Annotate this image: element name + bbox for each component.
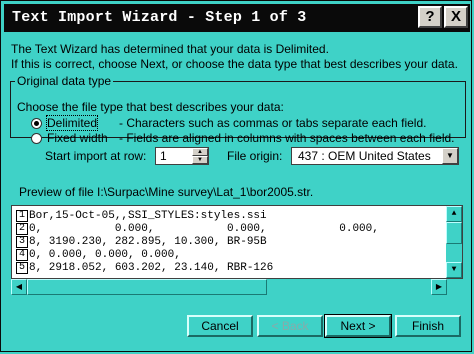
title-bar[interactable]: Text Import Wizard - Step 1 of 3 ? X bbox=[4, 4, 470, 32]
row-text: Bor,15-Oct-05,,SSI_STYLES:styles.ssi bbox=[29, 210, 267, 222]
help-button[interactable]: ? bbox=[418, 6, 442, 28]
file-origin-select[interactable]: 437 : OEM United States ▼ bbox=[291, 147, 459, 165]
back-button[interactable]: < Back bbox=[257, 315, 323, 337]
row-number: 2 bbox=[16, 223, 28, 235]
preview-row: 2 0, 0.000, 0.000, 0.000, bbox=[12, 223, 379, 235]
file-origin-label: File origin: bbox=[227, 149, 283, 163]
delimited-description: - Characters such as commas or tabs sepa… bbox=[119, 116, 427, 130]
file-preview[interactable]: 1 Bor,15-Oct-05,,SSI_STYLES:styles.ssi 20… bbox=[11, 205, 463, 279]
radio-delimited-label[interactable]: Delimited bbox=[45, 115, 99, 131]
row-number: 5 bbox=[16, 262, 28, 274]
scroll-left-icon[interactable]: ◀ bbox=[11, 279, 27, 295]
row-number: 3 bbox=[16, 236, 28, 248]
vertical-scrollbar[interactable]: ▲ ▼ bbox=[446, 206, 462, 278]
cancel-button[interactable]: Cancel bbox=[187, 315, 253, 337]
finish-button[interactable]: Finish bbox=[395, 315, 461, 337]
spin-up-icon[interactable]: ▲ bbox=[192, 148, 208, 156]
data-type-prompt: Choose the file type that best describes… bbox=[17, 100, 284, 114]
text-import-wizard-dialog: Text Import Wizard - Step 1 of 3 ? X The… bbox=[0, 0, 472, 352]
radio-fixed-width-label[interactable]: Fixed width bbox=[47, 131, 108, 145]
horizontal-scrollbar[interactable]: ◀ ▶ bbox=[11, 279, 463, 295]
row-text: 8, 2918.052, 603.202, 23.140, RBR-126 bbox=[29, 262, 274, 274]
row-text: 8, 3190.230, 282.895, 10.300, BR-95B bbox=[29, 236, 267, 248]
start-row-label: Start import at row: bbox=[45, 149, 147, 163]
start-row-value[interactable]: 1 bbox=[160, 149, 167, 163]
radio-delimited[interactable] bbox=[31, 118, 42, 129]
original-data-type-group: Original data type Choose the file type … bbox=[10, 74, 466, 145]
close-button[interactable]: X bbox=[444, 6, 468, 28]
intro-line-1: The Text Wizard has determined that your… bbox=[11, 42, 329, 56]
row-number: 4 bbox=[16, 249, 28, 261]
file-origin-value: 437 : OEM United States bbox=[298, 149, 431, 163]
preview-label: Preview of file I:\Surpac\Mine survey\La… bbox=[19, 185, 314, 199]
scroll-down-icon[interactable]: ▼ bbox=[446, 262, 462, 278]
group-legend: Original data type bbox=[17, 74, 112, 88]
horizontal-scroll-thumb[interactable] bbox=[27, 279, 267, 295]
row-number: 1 bbox=[16, 210, 28, 222]
chevron-down-icon[interactable]: ▼ bbox=[442, 148, 458, 164]
back-button-label: < Back bbox=[271, 319, 309, 333]
next-button[interactable]: Next > bbox=[324, 314, 392, 338]
preview-row: 4 0, 0.000, 0.000, 0.000, bbox=[12, 249, 181, 261]
vertical-scroll-thumb[interactable] bbox=[446, 222, 462, 244]
preview-row: 5 8, 2918.052, 603.202, 23.140, RBR-126 bbox=[12, 262, 273, 274]
intro-line-2: If this is correct, choose Next, or choo… bbox=[11, 57, 458, 71]
fixed-width-description: - Fields are aligned in columns with spa… bbox=[119, 131, 455, 145]
preview-row: 1 Bor,15-Oct-05,,SSI_STYLES:styles.ssi bbox=[12, 210, 267, 222]
row-text: 0, 0.000, 0.000, 0.000, bbox=[29, 249, 181, 261]
spin-down-icon[interactable]: ▼ bbox=[192, 156, 208, 164]
preview-row: 3 8, 3190.230, 282.895, 10.300, BR-95B bbox=[12, 236, 267, 248]
radio-fixed-width[interactable] bbox=[31, 133, 42, 144]
row-text: 0, 0.000, 0.000, 0.000, bbox=[29, 223, 379, 235]
scroll-up-icon[interactable]: ▲ bbox=[446, 206, 462, 222]
window-title: Text Import Wizard - Step 1 of 3 bbox=[12, 9, 307, 26]
scroll-right-icon[interactable]: ▶ bbox=[431, 279, 447, 295]
start-row-spinner[interactable]: 1 ▲ ▼ bbox=[155, 147, 209, 165]
